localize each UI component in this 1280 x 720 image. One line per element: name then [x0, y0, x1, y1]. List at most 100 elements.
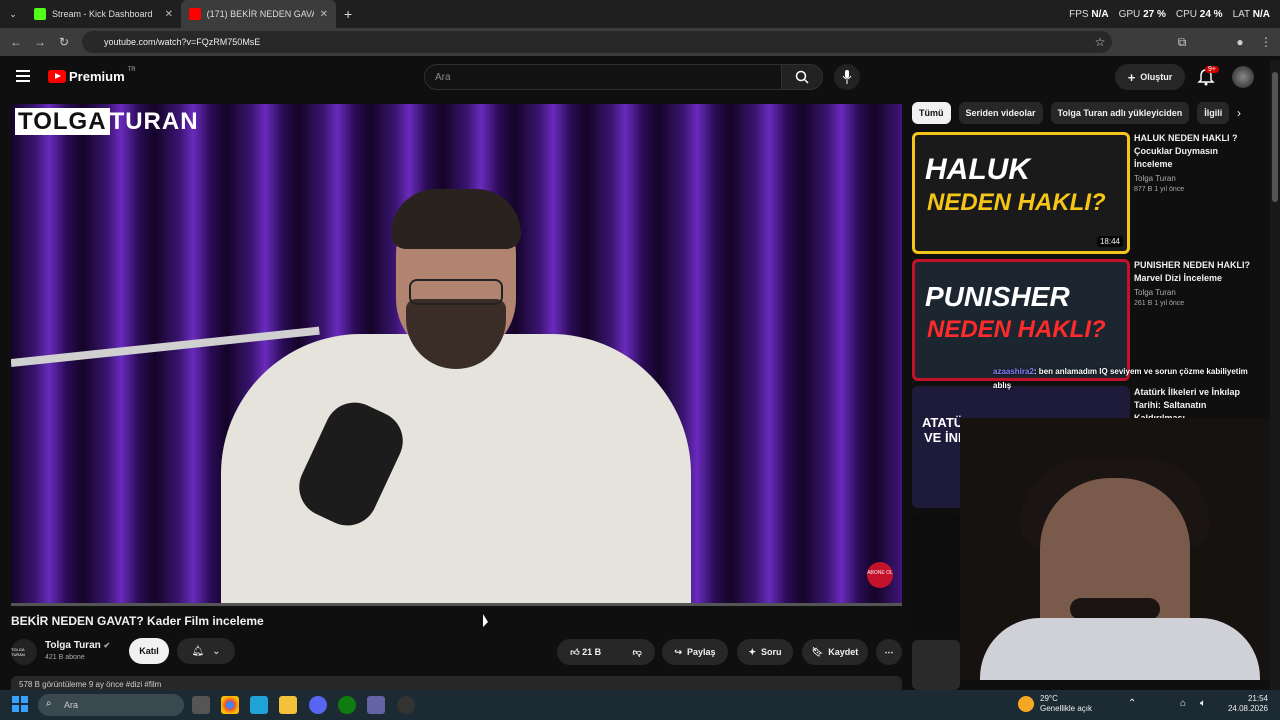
obs-icon[interactable]: [397, 696, 415, 714]
chip-uploader[interactable]: Tolga Turan adlı yükleyiciden: [1050, 102, 1190, 124]
profile-icon[interactable]: ●: [1228, 35, 1252, 49]
recommendation-chips: Tümü Seriden videolar Tolga Turan adlı y…: [912, 102, 1230, 124]
teams-icon[interactable]: [367, 696, 385, 714]
like-button[interactable]: 👍︎ 21 B: [570, 647, 601, 658]
weather-temp: 29°C: [1040, 694, 1058, 703]
menu-icon[interactable]: [16, 70, 30, 82]
video-thumbnail[interactable]: [912, 640, 960, 690]
close-icon[interactable]: ✕: [320, 9, 328, 20]
weather-desc: Genellikle açık: [1040, 704, 1093, 713]
windows-start-icon[interactable]: [12, 696, 28, 712]
dislike-button[interactable]: 👎︎: [633, 647, 642, 658]
clock-date: 24.08.2026: [1227, 704, 1268, 713]
video-thumbnail[interactable]: HALUK NEDEN HAKLI? 18:44: [912, 132, 1130, 254]
back-icon[interactable]: ←: [4, 35, 28, 49]
chevron-right-icon[interactable]: ›: [1237, 106, 1241, 120]
bookmark-icon: 🔖︎: [811, 646, 824, 657]
search-icon: [795, 70, 809, 84]
watermark-part-b: TURAN: [109, 108, 199, 135]
recommendation-item[interactable]: PUNISHER NEDEN HAKLI? PUNISHER NEDEN HAK…: [912, 259, 1252, 381]
url-field[interactable]: youtube.com/watch?v=FQzRM750MsE: [82, 31, 1112, 53]
bookmark-star-icon[interactable]: ☆: [1088, 35, 1112, 49]
system-tray-chevron-icon[interactable]: ⌃: [1128, 698, 1136, 709]
scrollbar-thumb[interactable]: [1272, 72, 1278, 202]
notification-badge: 9+: [1205, 66, 1219, 73]
subscriber-count: 421 B abone: [45, 654, 85, 661]
cpu-value: 24 %: [1199, 8, 1223, 20]
search-input[interactable]: Ara: [424, 64, 782, 90]
recommendation-info: PUNISHER NEDEN HAKLI? Marvel Dizi İncele…: [1134, 259, 1254, 307]
join-button[interactable]: Katıl: [129, 638, 169, 664]
fps-label: FPS: [1069, 8, 1089, 20]
search-button[interactable]: [781, 64, 823, 90]
channel-name[interactable]: Tolga Turan ✔: [45, 640, 110, 651]
browser-tab-kick[interactable]: Stream - Kick Dashboard ✕: [26, 0, 181, 28]
recommendation-title[interactable]: PUNISHER NEDEN HAKLI? Marvel Dizi İncele…: [1134, 259, 1254, 285]
fps-value: N/A: [1091, 8, 1109, 20]
browser-tab-youtube[interactable]: (171) BEKİR NEDEN GAVAT? Kad ✕: [181, 0, 336, 28]
search-placeholder: Ara: [435, 71, 451, 83]
recommendation-channel[interactable]: Tolga Turan: [1134, 174, 1254, 183]
microphone-icon: [842, 70, 852, 84]
new-tab-button[interactable]: +: [336, 0, 360, 28]
video-title: BEKİR NEDEN GAVAT? Kader Film inceleme: [11, 614, 264, 628]
save-button[interactable]: 🔖︎ Kaydet: [802, 639, 868, 665]
recommendation-channel[interactable]: Tolga Turan: [1134, 288, 1254, 297]
youtube-logo[interactable]: Premium TR: [48, 66, 136, 84]
cpu-label: CPU: [1175, 8, 1197, 20]
video-player[interactable]: TOLGA TURAN ABONE OL: [11, 104, 902, 604]
account-avatar[interactable]: [1232, 66, 1254, 88]
like-dislike-group: 👍︎ 21 B 👎︎: [557, 639, 655, 665]
bell-icon: 🔔︎: [191, 645, 205, 657]
chat-username: azaashira2: [993, 367, 1034, 376]
close-icon[interactable]: ✕: [165, 9, 173, 20]
reload-icon[interactable]: ↻: [52, 35, 76, 49]
youtube-icon: [189, 8, 201, 20]
chevron-down-icon: ⌄: [212, 645, 221, 657]
volume-icon[interactable]: 🔈︎: [1200, 698, 1206, 709]
browser-menu-icon[interactable]: ⋮: [1254, 35, 1278, 49]
taskbar-search[interactable]: Ara: [38, 694, 184, 716]
channel-avatar[interactable]: TOLGA TURAN: [11, 639, 37, 665]
ask-button[interactable]: ✦ Soru: [737, 639, 793, 665]
youtube-play-icon: [48, 70, 66, 83]
more-actions-button[interactable]: ⋯: [876, 639, 902, 665]
video-progress-bar[interactable]: [11, 603, 902, 606]
discord-icon[interactable]: [309, 696, 327, 714]
xbox-icon[interactable]: [338, 696, 356, 714]
weather-widget[interactable]: 29°C Genellikle açık: [1018, 694, 1092, 714]
like-count: 21 B: [582, 646, 602, 657]
video-thumbnail[interactable]: PUNISHER NEDEN HAKLI?: [912, 259, 1130, 381]
recommendation-title[interactable]: HALUK NEDEN HAKLI ? Çocuklar Duymasın İn…: [1134, 132, 1254, 171]
thumbnail-line2: NEDEN HAKLI?: [927, 316, 1106, 343]
voice-search-button[interactable]: [834, 64, 860, 90]
recommendation-item[interactable]: HALUK NEDEN HAKLI? 18:44 HALUK NEDEN HAK…: [912, 132, 1252, 254]
more-horizontal-icon: ⋯: [884, 646, 894, 657]
subscription-bell-button[interactable]: 🔔︎ ⌄: [177, 638, 235, 664]
thumbnail-line1: HALUK: [925, 153, 1030, 186]
presenter-hair: [391, 189, 521, 249]
chip-all[interactable]: Tümü: [912, 102, 951, 124]
extensions-icon[interactable]: ⧉: [1170, 35, 1194, 50]
tab-menu-button[interactable]: ⌄: [0, 0, 26, 28]
save-label: Kaydet: [828, 647, 859, 657]
description-box[interactable]: 578 B görüntüleme 9 ay önce #dizi #film: [11, 676, 902, 690]
network-icon[interactable]: ⌂: [1180, 698, 1186, 709]
subscribe-watermark-icon[interactable]: ABONE OL: [867, 562, 893, 588]
file-explorer-icon[interactable]: [279, 696, 297, 714]
chrome-icon[interactable]: [221, 696, 239, 714]
share-button[interactable]: ↪ Paylaş: [662, 639, 728, 665]
thumbnail-line1: PUNISHER: [925, 281, 1070, 312]
channel-watermark: TOLGA TURAN: [15, 108, 199, 136]
gpu-label: GPU: [1118, 8, 1141, 20]
chip-series[interactable]: Seriden videolar: [958, 102, 1043, 124]
logo-country: TR: [127, 66, 136, 73]
video-thumbnail[interactable]: [912, 513, 960, 633]
create-button[interactable]: + Oluştur: [1115, 64, 1185, 90]
app-icon[interactable]: [250, 696, 268, 714]
forward-icon[interactable]: →: [28, 35, 52, 49]
task-view-icon[interactable]: [192, 696, 210, 714]
sun-icon: [1018, 696, 1034, 712]
taskbar-clock[interactable]: 21:54 24.08.2026: [1218, 694, 1268, 714]
chip-related[interactable]: İlgili: [1197, 102, 1230, 124]
